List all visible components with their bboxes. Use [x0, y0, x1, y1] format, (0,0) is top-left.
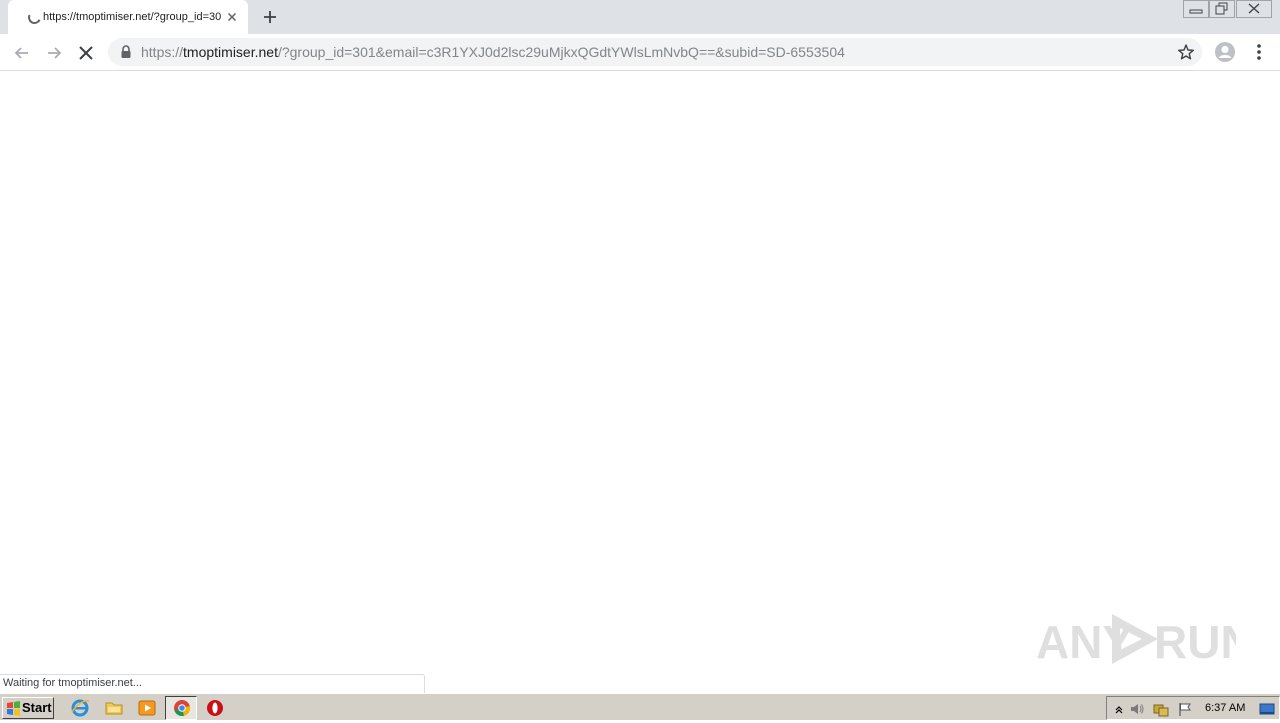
new-tab-button[interactable] [260, 7, 280, 27]
taskbar: Start 6:37 AM [0, 693, 1280, 720]
star-icon [1178, 44, 1194, 60]
anyrun-watermark: ANY RUN [1036, 606, 1236, 672]
show-desktop-icon[interactable] [1259, 701, 1275, 717]
arrow-left-icon [14, 47, 28, 59]
arrow-right-icon [48, 47, 62, 59]
url-scheme: https:// [141, 44, 184, 60]
forward-button[interactable] [43, 42, 65, 64]
network-icon[interactable] [1153, 701, 1169, 717]
action-center-flag-icon[interactable] [1177, 701, 1193, 717]
start-button[interactable]: Start [2, 697, 54, 719]
minimize-icon [1183, 0, 1209, 18]
kebab-menu-icon [1257, 44, 1261, 60]
stop-loading-button[interactable] [75, 42, 97, 64]
restore-button[interactable] [1209, 0, 1235, 18]
profile-button[interactable] [1214, 41, 1236, 63]
browser-toolbar: https://tmoptimiser.net/?group_id=301&em… [0, 34, 1280, 71]
back-button[interactable] [11, 42, 33, 64]
close-window-icon [1236, 0, 1272, 18]
watermark-text-right: RUN [1154, 616, 1236, 668]
volume-icon[interactable] [1129, 701, 1145, 717]
close-icon [79, 46, 93, 60]
url-text[interactable]: https://tmoptimiser.net/?group_id=301&em… [141, 44, 845, 60]
status-bubble: Waiting for tmoptimiser.net... [0, 674, 425, 693]
minimize-button[interactable] [1183, 0, 1209, 18]
folder-icon[interactable] [104, 698, 124, 718]
page-viewport [0, 72, 1280, 692]
windows-logo-icon [7, 701, 20, 716]
browser-tab[interactable]: https://tmoptimiser.net/?group_id=301&em… [8, 0, 248, 34]
internet-explorer-icon[interactable] [70, 698, 90, 718]
avatar-icon [1215, 42, 1235, 62]
tab-title: https://tmoptimiser.net/?group_id=301&em… [43, 11, 221, 23]
restore-icon [1209, 0, 1235, 18]
close-window-button[interactable] [1236, 0, 1272, 18]
lock-icon[interactable] [120, 45, 132, 59]
system-tray: 6:37 AM [1106, 696, 1280, 720]
start-label: Start [22, 700, 52, 715]
url-path: /?group_id=301&email=c3R1YXJ0d2lsc29uMjk… [277, 44, 845, 60]
show-hidden-icons-arrow[interactable] [1111, 701, 1127, 717]
plus-icon [264, 11, 276, 23]
address-bar[interactable]: https://tmoptimiser.net/?group_id=301&em… [108, 38, 1202, 66]
loading-spinner-icon [26, 9, 43, 26]
media-player-icon[interactable] [137, 698, 157, 718]
taskbar-clock[interactable]: 6:37 AM [1205, 701, 1245, 715]
chrome-icon[interactable] [172, 698, 192, 718]
opera-icon[interactable] [205, 698, 225, 718]
bookmark-star-button[interactable] [1177, 43, 1195, 61]
url-host: tmoptimiser.net [183, 44, 278, 60]
play-logo-icon [1112, 614, 1158, 664]
browser-menu-button[interactable] [1250, 41, 1268, 63]
tab-strip: https://tmoptimiser.net/?group_id=301&em… [0, 0, 1280, 34]
close-icon [227, 12, 237, 22]
close-tab-button[interactable] [224, 9, 240, 25]
